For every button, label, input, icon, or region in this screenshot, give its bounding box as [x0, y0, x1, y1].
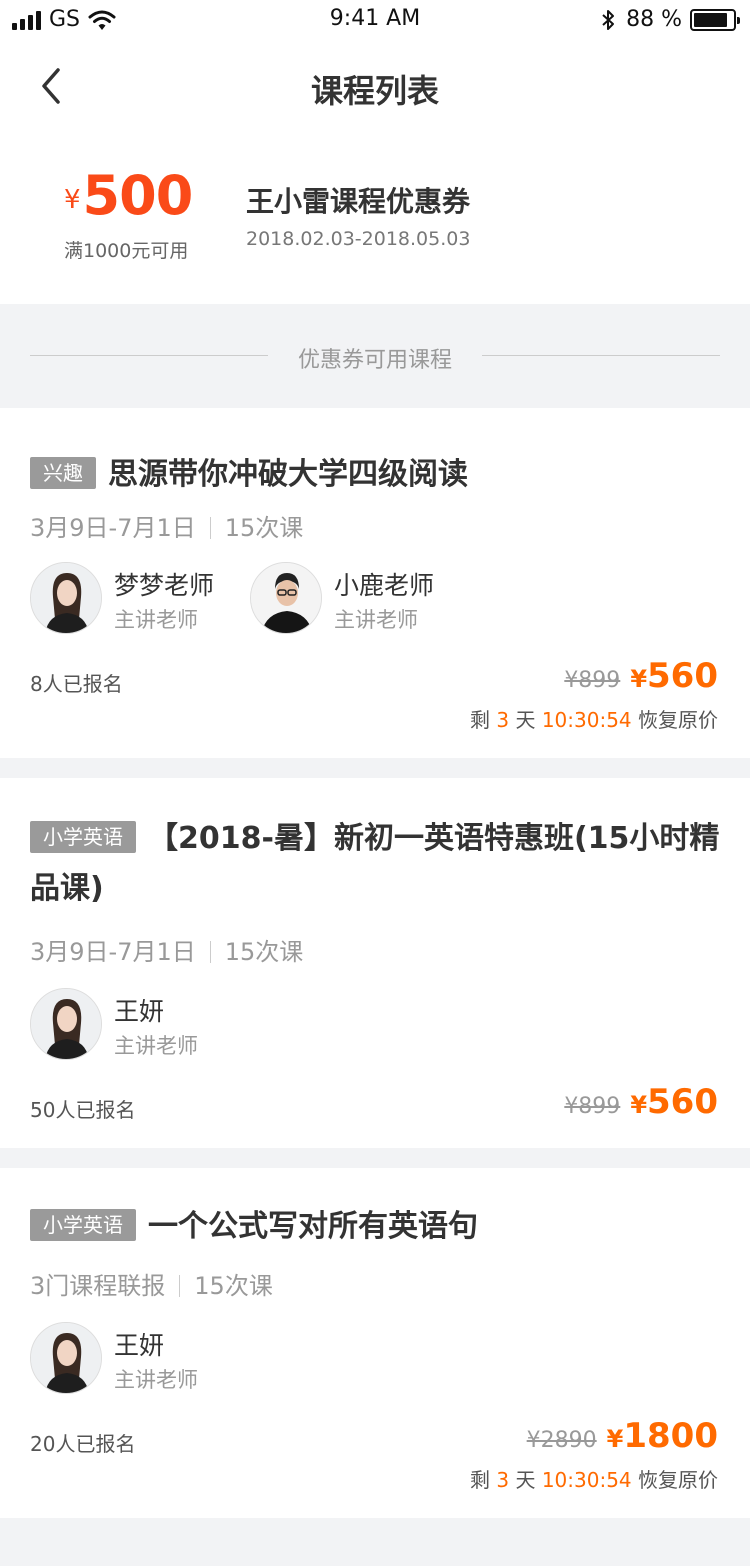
course-tag: 兴趣 [30, 457, 96, 489]
coupon-amount: ¥500 [64, 164, 194, 227]
course-card[interactable]: 小学英语 【2018-暑】新初一英语特惠班(15小时精品课) 3月9日-7月1日 1… [0, 778, 750, 1148]
price-currency: ¥ [630, 665, 648, 693]
current-price: 1800 [623, 1416, 718, 1456]
countdown: 剩 3 天 10:30:54 恢复原价 [470, 1464, 718, 1493]
avatar [30, 562, 102, 634]
countdown-time: 10:30:54 [541, 708, 632, 732]
course-card[interactable]: 小学英语 一个公式写对所有英语句 3门课程联报 15次课 王妍 主讲老师 20人已报… [0, 1168, 750, 1518]
course-lessons: 15次课 [224, 938, 304, 966]
countdown-time: 10:30:54 [541, 1468, 632, 1492]
battery-icon [690, 8, 740, 31]
course-title-row: 小学英语 一个公式写对所有英语句 [30, 1202, 720, 1252]
course-lessons: 15次课 [194, 1272, 273, 1300]
teacher-name: 王妍 [114, 1331, 165, 1360]
countdown-unit: 天 [515, 1468, 536, 1492]
teacher-item[interactable]: 小鹿老师 主讲老师 [250, 562, 480, 636]
current-price: 560 [647, 1082, 718, 1122]
teacher-item[interactable]: 梦梦老师 主讲老师 [30, 562, 260, 636]
enrolled-count: 20人已报名 [30, 1432, 136, 1456]
original-price: ¥2890 [526, 1428, 597, 1453]
countdown-prefix: 剩 [470, 708, 490, 732]
price-block: ¥899 ¥560 [564, 656, 718, 696]
teacher-role: 主讲老师 [114, 608, 198, 632]
course-tag: 小学英语 [30, 821, 136, 853]
teacher-role: 主讲老师 [334, 608, 418, 632]
teacher-role: 主讲老师 [114, 1368, 198, 1392]
nav-bar: 课程列表 [0, 40, 750, 130]
original-price: ¥899 [564, 668, 621, 693]
course-date-range: 3月9日-7月1日 [30, 514, 196, 542]
course-meta: 3月9日-7月1日 15次课 [30, 508, 303, 543]
original-price: ¥899 [564, 1094, 621, 1119]
page-title: 课程列表 [310, 72, 439, 110]
course-title: 思源带你冲破大学四级阅读 [108, 457, 468, 492]
countdown-days: 3 [496, 1468, 510, 1492]
course-lessons: 15次课 [224, 514, 304, 542]
meta-separator [209, 941, 211, 963]
status-right: 88 % [600, 7, 740, 32]
course-title-row: 兴趣 思源带你冲破大学四级阅读 [30, 450, 720, 500]
coupon-card: ¥500 满1000元可用 王小雷课程优惠券 2018.02.03-2018.0… [0, 130, 750, 304]
avatar [30, 1322, 102, 1394]
course-meta: 3月9日-7月1日 15次课 [30, 932, 303, 967]
countdown-suffix: 恢复原价 [638, 708, 718, 732]
price-currency: ¥ [630, 1091, 648, 1119]
course-title: 一个公式写对所有英语句 [148, 1209, 478, 1244]
countdown: 剩 3 天 10:30:54 恢复原价 [470, 704, 718, 733]
teacher-name: 梦梦老师 [114, 571, 215, 600]
battery-percent: 88 % [626, 7, 682, 32]
current-price: 560 [647, 656, 718, 696]
battery-level [694, 12, 728, 27]
coupon-condition: 满1000元可用 [64, 240, 189, 262]
countdown-unit: 天 [515, 708, 536, 732]
price-block: ¥2890 ¥1800 [527, 1416, 718, 1456]
coupon-currency: ¥ [64, 185, 81, 215]
enrolled-count: 8人已报名 [30, 672, 123, 696]
divider-line-right [482, 355, 720, 356]
countdown-prefix: 剩 [470, 1468, 490, 1492]
section-divider: 优惠券可用课程 [0, 304, 750, 408]
coupon-validity: 2018.02.03-2018.05.03 [246, 228, 471, 250]
avatar [250, 562, 322, 634]
coupon-value: 500 [82, 164, 194, 227]
course-date-range: 3门课程联报 [30, 1272, 166, 1300]
teacher-item[interactable]: 王妍 主讲老师 [30, 1322, 260, 1396]
course-title-row: 小学英语 【2018-暑】新初一英语特惠班(15小时精品课) [30, 814, 720, 914]
countdown-suffix: 恢复原价 [638, 1468, 718, 1492]
enrolled-count: 50人已报名 [30, 1098, 136, 1122]
meta-separator [209, 517, 211, 539]
teacher-role: 主讲老师 [114, 1034, 198, 1058]
price-currency: ¥ [606, 1425, 624, 1453]
course-tag: 小学英语 [30, 1209, 136, 1241]
teacher-item[interactable]: 王妍 主讲老师 [30, 988, 260, 1062]
course-meta: 3门课程联报 15次课 [30, 1266, 273, 1301]
coupon-name: 王小雷课程优惠券 [246, 185, 471, 218]
course-card[interactable]: 兴趣思源带你冲破大学四级阅读 3月9日-7月1日 15次课 梦梦老师 主讲老师 [0, 408, 750, 758]
meta-separator [179, 1275, 181, 1297]
countdown-days: 3 [496, 708, 510, 732]
section-label: 优惠券可用课程 [297, 348, 452, 373]
avatar [30, 988, 102, 1060]
price-block: ¥899 ¥560 [564, 1082, 718, 1122]
bluetooth-icon [602, 9, 615, 30]
course-date-range: 3月9日-7月1日 [30, 938, 196, 966]
status-bar: GS 9:41 AM 88 % [0, 0, 750, 40]
teacher-name: 小鹿老师 [334, 571, 435, 600]
teacher-name: 王妍 [114, 997, 165, 1026]
